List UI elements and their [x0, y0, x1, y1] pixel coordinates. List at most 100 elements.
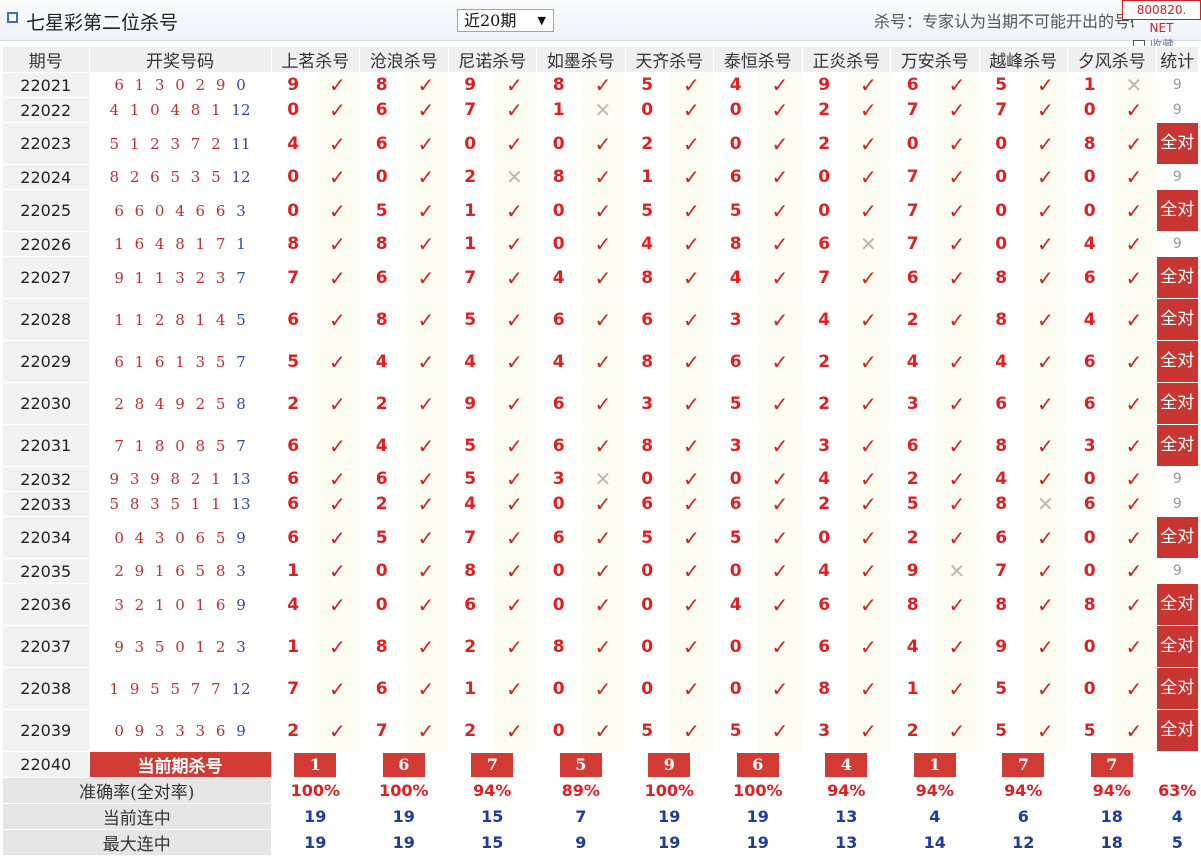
kill-number: 9 — [801, 72, 847, 98]
kill-number: 7 — [890, 164, 936, 190]
expert-header: 越峰杀号 — [978, 46, 1069, 73]
period-select[interactable]: 近20期 ▼ — [457, 9, 554, 32]
result-mark: ✓ — [580, 298, 626, 341]
kill-number: 2 — [270, 709, 316, 752]
winning-extra: 11 — [231, 134, 251, 153]
check-icon: ✓ — [771, 165, 789, 189]
stat-cell: 全对 — [1155, 256, 1200, 299]
result-mark: ✓ — [580, 72, 626, 98]
result-mark: ✓ — [491, 583, 538, 626]
check-icon: ✓ — [594, 634, 612, 659]
result-mark: ✓ — [757, 382, 803, 425]
kill-number: 6 — [713, 340, 759, 383]
result-mark: ✓ — [314, 382, 361, 425]
issue-number: 22027 — [2, 256, 90, 299]
check-icon: ✓ — [506, 492, 523, 516]
winning-extra: 13 — [231, 495, 251, 513]
check-icon: ✓ — [506, 634, 523, 659]
check-icon: ✓ — [1125, 592, 1143, 617]
check-icon: ✓ — [417, 349, 435, 374]
stat-cell: 全对 — [1155, 382, 1200, 425]
kill-number: 0 — [359, 164, 405, 190]
summary-value: 94% — [801, 777, 892, 804]
expert-header: 上茗杀号 — [270, 46, 361, 73]
issue-number: 22024 — [2, 164, 90, 190]
result-mark: ✓ — [1022, 382, 1069, 425]
result-mark: ✓ — [757, 72, 803, 98]
kill-number: 8 — [978, 583, 1024, 626]
result-mark: ✓ — [491, 709, 538, 752]
kill-number: 6 — [1067, 340, 1113, 383]
result-mark: ✓ — [668, 231, 715, 257]
check-icon: ✓ — [771, 131, 789, 156]
kill-number: 6 — [359, 466, 405, 492]
kill-number: 0 — [536, 491, 582, 517]
result-mark: ✓ — [845, 625, 892, 668]
check-icon: ✓ — [329, 467, 346, 491]
check-icon: ✓ — [417, 433, 435, 458]
page-title: 七星彩第二位杀号 — [26, 12, 179, 34]
issue-number: 22035 — [2, 558, 90, 584]
issue-number: 22040 — [2, 751, 90, 778]
kill-number: 7 — [270, 667, 316, 710]
winning-extra: 12 — [231, 101, 251, 119]
kill-number: 3 — [536, 466, 582, 492]
check-icon: ✓ — [506, 131, 523, 156]
summary-total: 5 — [1155, 829, 1200, 856]
result-mark: ✓ — [668, 256, 715, 299]
winning-extra: 5 — [236, 310, 246, 329]
kill-number: 2 — [890, 466, 936, 492]
result-mark: ✓ — [1111, 298, 1157, 341]
result-mark: ✓ — [934, 298, 980, 341]
result-mark: ✓ — [845, 72, 892, 98]
result-mark: ✓ — [845, 122, 892, 165]
kill-number: 0 — [1067, 164, 1113, 190]
check-icon: ✓ — [860, 307, 877, 332]
check-icon: ✓ — [417, 525, 435, 550]
result-mark: ✓ — [668, 709, 715, 752]
check-icon: ✓ — [771, 492, 789, 516]
kill-number: 2 — [801, 340, 847, 383]
result-mark: ✓ — [668, 625, 715, 668]
result-mark: ✓ — [491, 667, 538, 710]
kill-number: 6 — [890, 424, 936, 467]
issue-number: 22036 — [2, 583, 90, 626]
stat-cell: 9 — [1155, 72, 1200, 98]
result-mark: ✓ — [845, 558, 892, 584]
result-mark: ✓ — [1111, 558, 1157, 584]
check-icon: ✓ — [329, 634, 346, 659]
kill-number: 0 — [713, 667, 759, 710]
kill-number: 9 — [978, 625, 1024, 668]
result-mark: ✓ — [845, 424, 892, 467]
result-mark: ✓ — [580, 667, 626, 710]
kill-number: 4 — [890, 340, 936, 383]
check-icon: ✓ — [860, 98, 877, 122]
winning-extra: 9 — [236, 595, 246, 614]
site-watermark: 800820. NET — [1122, 0, 1201, 35]
winning-extra: 7 — [236, 436, 246, 455]
kill-number: 5 — [713, 189, 759, 232]
winning-numbers: 4 1 0 4 8 1 12 — [88, 97, 272, 123]
kill-number: 4 — [359, 424, 405, 467]
check-icon: ✓ — [417, 391, 435, 416]
result-mark: ✓ — [1022, 625, 1069, 668]
kill-number: 8 — [978, 424, 1024, 467]
result-mark: ✓ — [580, 340, 626, 383]
result-mark: ✓ — [580, 256, 626, 299]
table-row: 22024 8 2 6 5 3 5 12 0 ✓ 0 ✓ 2 ✕ 8 ✓ 1 ✓ 6 ✓ 0 ✓ 7 ✓ 0 ✓ 0 ✓ 9 — [2, 164, 1200, 190]
kill-number: 0 — [536, 667, 582, 710]
result-mark: ✓ — [757, 491, 803, 517]
kill-number: 6 — [359, 97, 405, 123]
result-mark: ✓ — [403, 424, 449, 467]
result-mark: ✓ — [580, 491, 626, 517]
issue-number: 22026 — [2, 231, 90, 257]
winning-numbers: 1 9 5 5 7 7 12 — [88, 667, 272, 710]
check-icon: ✓ — [1125, 131, 1143, 156]
kill-number: 8 — [536, 164, 582, 190]
check-icon: ✓ — [771, 676, 789, 701]
issue-number: 22031 — [2, 424, 90, 467]
check-icon: ✓ — [771, 232, 789, 256]
result-mark: ✓ — [1022, 466, 1069, 492]
check-icon: ✓ — [948, 718, 966, 743]
check-icon: ✓ — [1125, 433, 1143, 458]
